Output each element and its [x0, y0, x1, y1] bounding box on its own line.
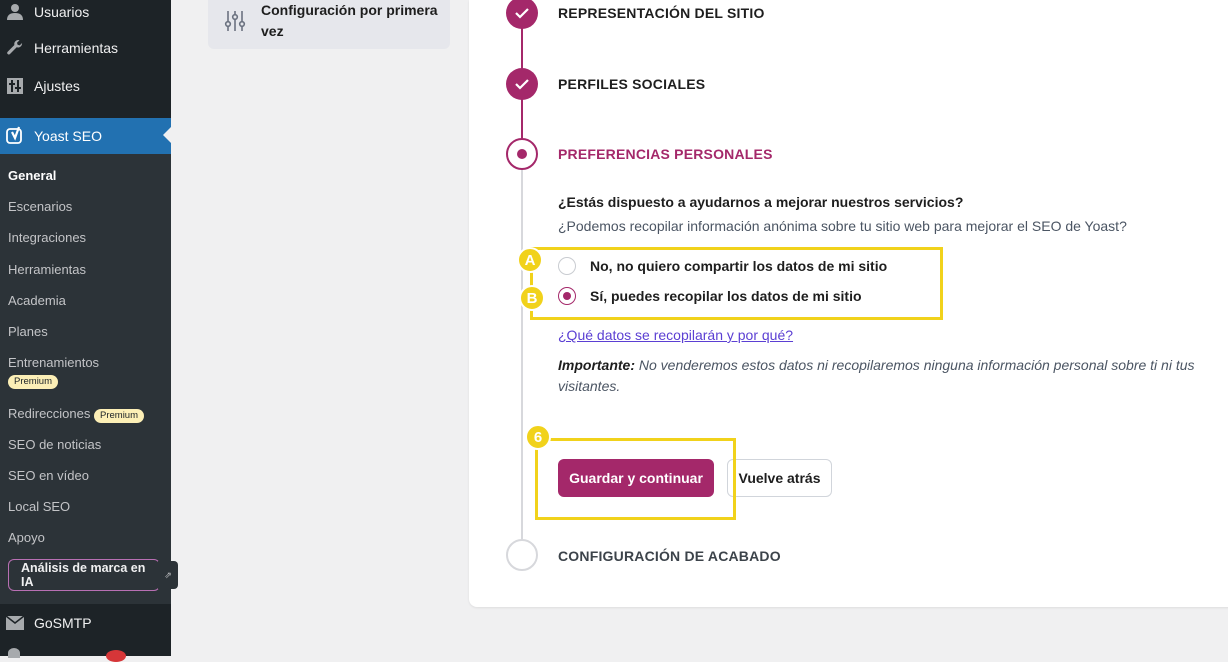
submenu-apoyo[interactable]: Apoyo [8, 530, 45, 546]
menu-item-ajustes[interactable]: Ajustes [0, 69, 171, 103]
submenu-local-seo[interactable]: Local SEO [8, 499, 70, 515]
submenu-entrenamientos[interactable]: Entrenamientos Premium [8, 355, 99, 389]
mail-icon [5, 613, 25, 633]
step-title-social-profiles[interactable]: PERFILES SOCIALES [558, 76, 705, 92]
submenu-general[interactable]: General [8, 168, 56, 184]
annotation-marker-a: A [517, 247, 543, 273]
data-collection-info-link[interactable]: ¿Qué datos se recopilarán y por qué? [558, 327, 793, 343]
notification-badge [106, 650, 126, 662]
step-current-icon [506, 138, 538, 170]
menu-item-yoast-seo[interactable]: Yoast SEO [0, 118, 171, 154]
submenu-redirecciones[interactable]: Redirecciones Premium [8, 406, 145, 423]
menu-label: Ajustes [34, 78, 80, 94]
highlight-save-button [535, 438, 736, 520]
admin-sidebar: Usuarios Herramientas Ajustes Yoast SEO … [0, 0, 178, 662]
sliders-icon [224, 9, 246, 38]
submenu-seo-video[interactable]: SEO en vídeo [8, 468, 89, 484]
premium-badge: Premium [8, 375, 59, 389]
ai-button-label: Análisis de marca en IA [21, 561, 146, 589]
step-title-site-representation[interactable]: REPRESENTACIÓN DEL SITIO [558, 5, 765, 21]
users-icon [5, 2, 25, 22]
menu-item-herramientas[interactable]: Herramientas [0, 31, 171, 65]
menu-icon-partial [8, 648, 20, 658]
submenu-integraciones[interactable]: Integraciones [8, 230, 86, 246]
menu-label: GoSMTP [34, 615, 92, 631]
progress-line-pending [521, 155, 523, 555]
annotation-marker-b: B [519, 285, 545, 311]
step-done-icon [506, 68, 538, 100]
preferences-subtext: ¿Podemos recopilar información anónima s… [558, 218, 1127, 234]
important-text: No venderemos estos datos ni recopilarem… [558, 357, 1195, 394]
ai-brand-analysis-button[interactable]: Análisis de marca en IA [8, 559, 160, 591]
important-label: Importante: [558, 357, 635, 373]
annotation-marker-6: 6 [525, 424, 551, 450]
menu-label: Herramientas [34, 40, 119, 56]
yoast-icon [5, 126, 25, 146]
step-title-personal-preferences: PREFERENCIAS PERSONALES [558, 146, 773, 162]
premium-badge: Premium [94, 409, 145, 423]
submenu-herramientas[interactable]: Herramientas [8, 262, 86, 278]
step-title-finish[interactable]: CONFIGURACIÓN DE ACABADO [558, 548, 781, 564]
step-pending-icon [506, 539, 538, 571]
submenu-seo-noticias[interactable]: SEO de noticias [8, 437, 101, 453]
submenu-escenarios[interactable]: Escenarios [8, 199, 72, 215]
submenu-label: Redirecciones [8, 406, 91, 421]
first-time-config-tab[interactable]: Configuración por primera vez [208, 0, 450, 49]
menu-item-usuarios[interactable]: Usuarios [0, 0, 171, 29]
wrench-icon [5, 38, 25, 58]
important-note: Importante: No venderemos estos datos ni… [558, 355, 1208, 397]
go-back-button[interactable]: Vuelve atrás [727, 459, 832, 497]
submenu-label: Entrenamientos [8, 355, 100, 370]
preferences-question: ¿Estás dispuesto a ayudarnos a mejorar n… [558, 194, 964, 210]
menu-item-gosmtp[interactable]: GoSMTP [0, 606, 171, 640]
menu-label: Yoast SEO [34, 128, 102, 144]
submenu-planes[interactable]: Planes [8, 324, 48, 340]
settings-sliders-icon [5, 76, 25, 96]
highlight-radio-options [530, 247, 943, 320]
submenu-academia[interactable]: Academia [8, 293, 66, 309]
tab-label: Configuración por primera vez [261, 2, 438, 39]
menu-label: Usuarios [34, 4, 90, 20]
external-link-icon: ⇗ [158, 561, 178, 589]
